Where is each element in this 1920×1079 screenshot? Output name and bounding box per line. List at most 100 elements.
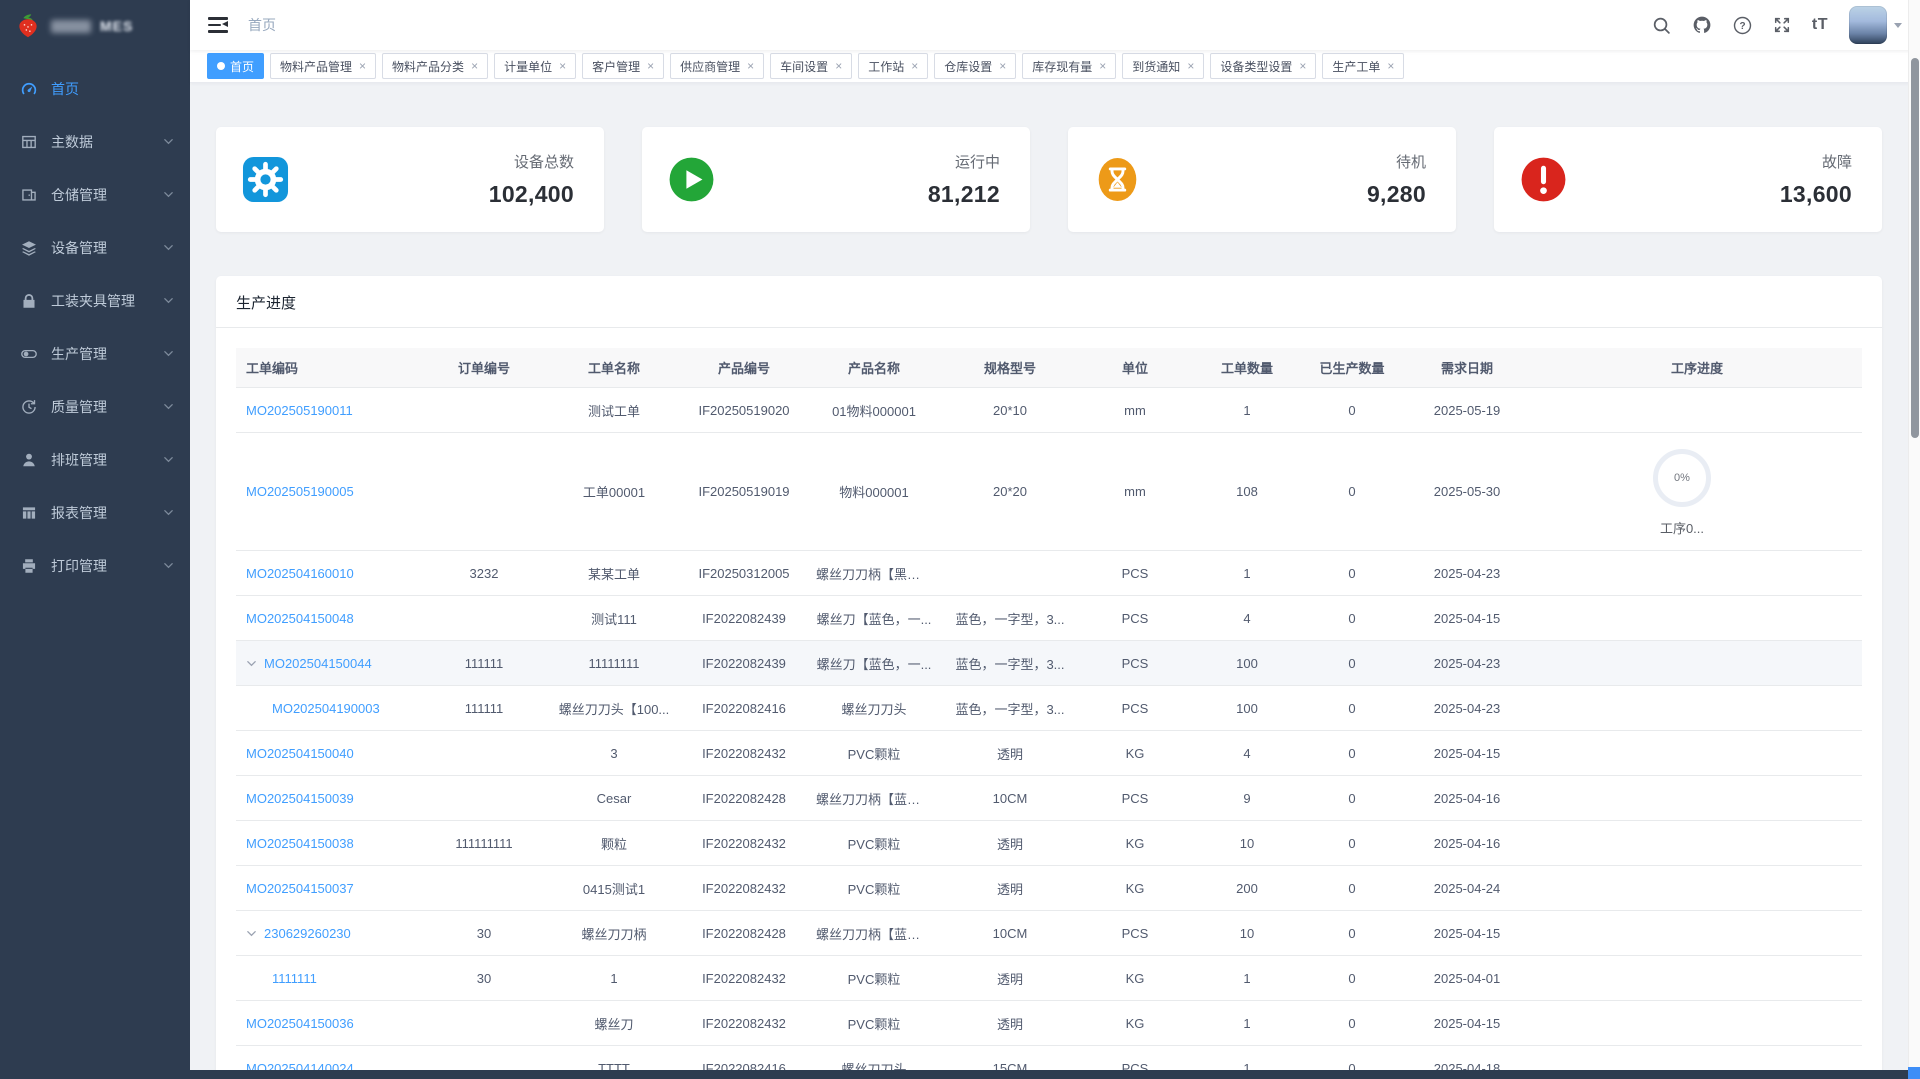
- search-icon[interactable]: [1652, 16, 1671, 35]
- sidebar-item-quality[interactable]: 质量管理: [0, 380, 190, 433]
- sidebar-item-label: 生产管理: [51, 345, 107, 362]
- tab-6[interactable]: 车间设置 ×: [770, 53, 853, 79]
- work-order-link[interactable]: MO202504150036: [246, 1016, 354, 1031]
- tab-close-icon[interactable]: ×: [1099, 59, 1106, 73]
- fullscreen-icon[interactable]: [1773, 16, 1791, 34]
- warehouse-icon: [20, 186, 38, 204]
- sidebar-item-label: 仓储管理: [51, 186, 107, 203]
- history-icon: [20, 398, 38, 416]
- tab-12[interactable]: 生产工单 ×: [1322, 53, 1405, 79]
- cell-produced: 0: [1348, 1015, 1356, 1031]
- vertical-scrollbar[interactable]: [1908, 0, 1920, 1079]
- sidebar-item-tooling[interactable]: 工装夹具管理: [0, 274, 190, 327]
- cell-date: 2025-04-23: [1433, 655, 1501, 671]
- chevron-down-icon: [163, 136, 174, 147]
- sidebar-item-home[interactable]: 首页: [0, 62, 190, 115]
- tab-close-icon[interactable]: ×: [999, 59, 1006, 73]
- tab-10[interactable]: 到货通知 ×: [1122, 53, 1205, 79]
- tab-7[interactable]: 工作站 ×: [858, 53, 929, 79]
- column-header-date: 需求日期: [1440, 361, 1493, 376]
- active-tab-dot: [217, 62, 225, 70]
- expand-chevron-icon[interactable]: [246, 928, 257, 939]
- cell-order: 111111111: [455, 835, 513, 851]
- work-order-link[interactable]: MO202504190003: [272, 701, 380, 716]
- work-order-link[interactable]: 230629260230: [264, 926, 351, 941]
- sidebar: MES 首页 主数据 仓储管理 设备管理 工装夹具管理 生产管理 质量管理 排班管理 报表管理打…: [0, 0, 190, 1079]
- sidebar-item-scheduling[interactable]: 排班管理: [0, 433, 190, 486]
- avatar[interactable]: [1849, 6, 1887, 44]
- sidebar-item-warehouse[interactable]: 仓储管理: [0, 168, 190, 221]
- tags-view-bar: 首页 物料产品管理 × 物料产品分类 × 计量单位 × 客户管理 × 供应商管理 × 车间设置 × 工作站…: [190, 50, 1920, 83]
- font-size-icon[interactable]: tT: [1812, 16, 1828, 34]
- cell-name: 某某工单: [587, 566, 640, 582]
- process-progress-cell: 0% 工序0...: [1532, 436, 1862, 547]
- scrollbar-thumb[interactable]: [1911, 58, 1919, 438]
- sidebar-item-printing[interactable]: 打印管理: [0, 539, 190, 592]
- cell-product_code: IF2022082432: [702, 880, 786, 896]
- work-order-link[interactable]: 1111111: [272, 971, 317, 986]
- tab-close-icon[interactable]: ×: [1387, 59, 1394, 73]
- cell-qty: 100: [1236, 700, 1258, 716]
- cell-product_name: 螺丝刀刀柄【黑色】: [816, 566, 934, 582]
- work-order-link[interactable]: MO202504150038: [246, 836, 354, 851]
- github-icon[interactable]: [1692, 15, 1712, 35]
- tab-1[interactable]: 物料产品管理 ×: [270, 53, 377, 79]
- cell-product_code: IF20250519019: [698, 484, 790, 499]
- chevron-down-icon: [163, 295, 174, 306]
- cell-spec: 10CM: [992, 925, 1028, 941]
- work-order-link[interactable]: MO202504150044: [264, 656, 372, 671]
- cell-product_code: IF2022082439: [702, 610, 786, 626]
- chevron-down-icon: [163, 242, 174, 253]
- tab-close-icon[interactable]: ×: [1187, 59, 1194, 73]
- tab-close-icon[interactable]: ×: [835, 59, 842, 73]
- work-order-link[interactable]: MO202504160010: [246, 566, 354, 581]
- cell-name: 螺丝刀: [594, 1016, 634, 1032]
- sidebar-item-equipment[interactable]: 设备管理: [0, 221, 190, 274]
- tab-label: 物料产品管理: [280, 59, 353, 74]
- tab-4[interactable]: 客户管理 ×: [582, 53, 665, 79]
- work-order-cell: MO202504150048: [236, 611, 422, 626]
- breadcrumb: 首页: [248, 17, 276, 33]
- work-order-link[interactable]: MO202505190005: [246, 484, 354, 499]
- grid-icon: [20, 504, 38, 522]
- tab-9[interactable]: 库存现有量 ×: [1022, 53, 1117, 79]
- tab-close-icon[interactable]: ×: [911, 59, 918, 73]
- tab-close-icon[interactable]: ×: [1299, 59, 1306, 73]
- work-order-link[interactable]: MO202504150048: [246, 611, 354, 626]
- cell-unit: KG: [1125, 1015, 1145, 1031]
- tab-label: 设备类型设置: [1220, 59, 1293, 74]
- tab-close-icon[interactable]: ×: [647, 59, 654, 73]
- tab-2[interactable]: 物料产品分类 ×: [382, 53, 489, 79]
- tab-close-icon[interactable]: ×: [559, 59, 566, 73]
- tab-close-icon[interactable]: ×: [747, 59, 754, 73]
- cell-spec: 透明: [996, 836, 1023, 852]
- sidebar-collapse-icon[interactable]: [208, 17, 228, 33]
- tab-close-icon[interactable]: ×: [359, 59, 366, 73]
- sidebar-item-reports[interactable]: 报表管理: [0, 486, 190, 539]
- tab-11[interactable]: 设备类型设置 ×: [1210, 53, 1317, 79]
- tab-8[interactable]: 仓库设置 ×: [934, 53, 1017, 79]
- work-order-link[interactable]: MO202504150039: [246, 791, 354, 806]
- expand-chevron-icon[interactable]: [246, 658, 257, 669]
- work-order-link[interactable]: MO202504150037: [246, 881, 354, 896]
- tab-home[interactable]: 首页: [207, 53, 265, 79]
- column-header-spec: 规格型号: [983, 361, 1036, 376]
- sidebar-item-production[interactable]: 生产管理: [0, 327, 190, 380]
- cell-produced: 0: [1348, 565, 1356, 581]
- tab-close-icon[interactable]: ×: [471, 59, 478, 73]
- sidebar-item-master-data[interactable]: 主数据: [0, 115, 190, 168]
- help-icon[interactable]: ?: [1733, 16, 1752, 35]
- work-order-link[interactable]: MO202505190011: [246, 403, 353, 418]
- work-order-cell: MO202504150037: [236, 881, 422, 896]
- column-header-produced: 已生产数量: [1319, 361, 1385, 376]
- table-row: 230629260230 30 螺丝刀刀柄 IF2022082428 螺丝刀刀柄【蓝色】…: [236, 911, 1862, 956]
- cell-date: 2025-04-15: [1433, 610, 1501, 626]
- cell-product_name: 螺丝刀刀柄【蓝色】: [816, 791, 934, 807]
- cell-qty: 108: [1236, 484, 1258, 499]
- work-order-link[interactable]: MO202504150040: [246, 746, 354, 761]
- user-menu[interactable]: [1849, 6, 1902, 44]
- tab-5[interactable]: 供应商管理 ×: [670, 53, 765, 79]
- tab-3[interactable]: 计量单位 ×: [494, 53, 577, 79]
- table-row: MO202504150037 0415测试1 IF2022082432 PVC颗粒 透明…: [236, 866, 1862, 911]
- cell-spec: 透明: [996, 1016, 1023, 1032]
